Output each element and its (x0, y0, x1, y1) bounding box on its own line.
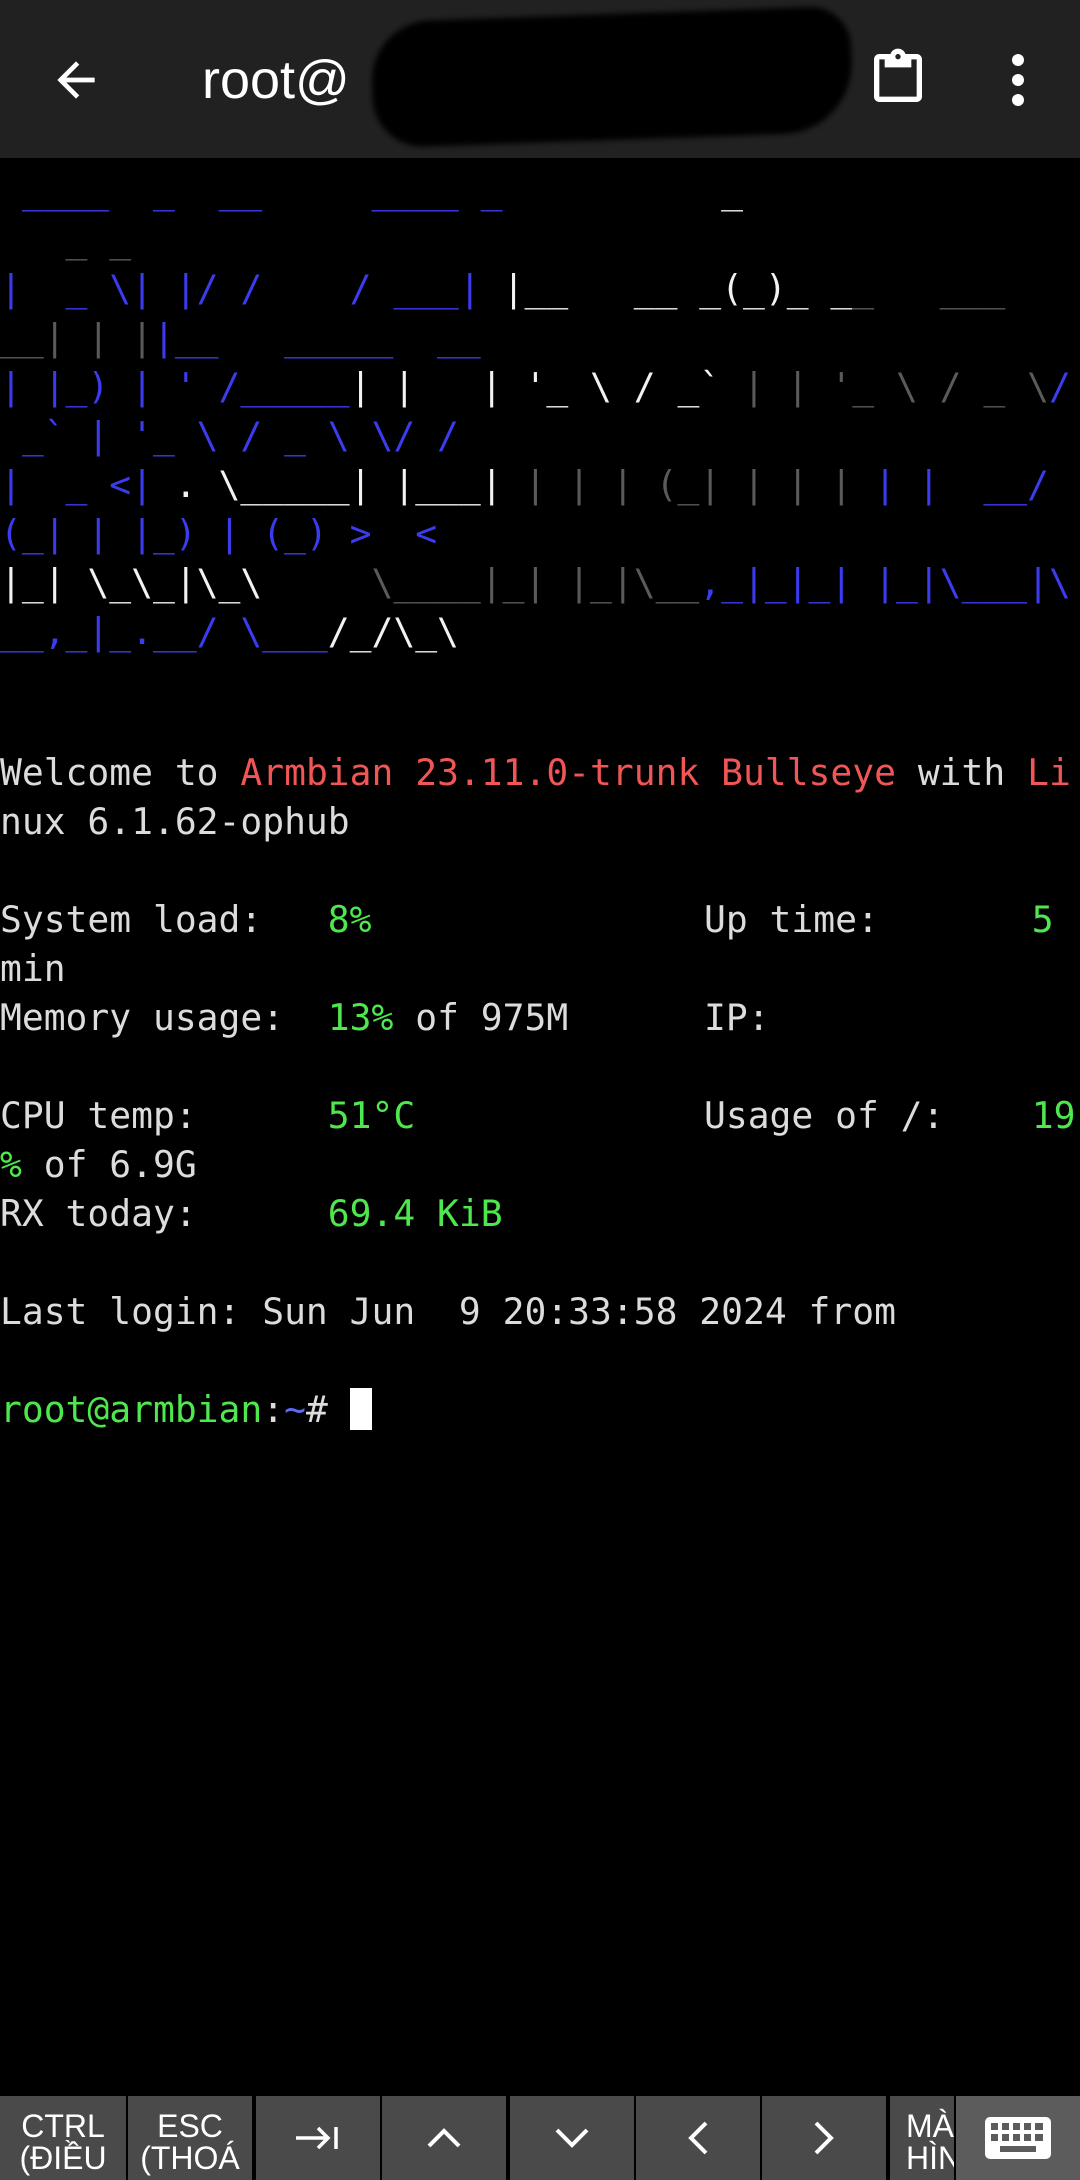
terminal-view[interactable]: ____ _ __ ____ _ _ _ _ | _ \| |/ / / ___|… (0, 158, 1080, 2098)
banner-line: __,_|_.__/ \___/_/\_\ (0, 610, 459, 653)
arrow-left-icon[interactable] (48, 52, 104, 108)
banner-line: | _ \| |/ / / ___| |__ __ _(_)_ __ ___ (0, 267, 1006, 310)
keyboard-icon (985, 2117, 1051, 2159)
tab-key[interactable] (256, 2096, 380, 2180)
banner-line: __| | ||__ _____ __ (0, 316, 481, 359)
banner-line: |_| \_\_|\_\ \____|_| |_|\__,_|_|_| |_|\… (0, 561, 1071, 604)
more-key[interactable]: MÀ HÌN (890, 2096, 954, 2180)
tab-arrow-icon (296, 2126, 338, 2150)
session-title: root@ (202, 50, 350, 110)
chevron-right-icon (814, 2121, 834, 2155)
up-key[interactable] (382, 2096, 506, 2180)
welcome-kernel: nux 6.1.62-ophub (0, 800, 350, 843)
text-cursor (349, 1388, 372, 1430)
memory-usage-row: Memory usage: 13% of 975M (0, 996, 569, 1039)
chevron-down-icon (555, 2128, 589, 2148)
extra-keys-bar: CTRL (ĐIỀU ESC (THOÁ MÀ HÌN (0, 2096, 1080, 2180)
shell-prompt[interactable]: root@armbian:~# (0, 1385, 372, 1434)
banner-line: | _ <| . \_____| |___| | | | (_| | | | |… (0, 463, 1049, 506)
chevron-left-icon (688, 2121, 708, 2155)
disk-usage-row: Usage of /: 19 (704, 1094, 1076, 1137)
keyboard-toggle-key[interactable] (956, 2096, 1080, 2180)
redaction-scribble (369, 5, 855, 149)
banner-line: | |_) | ' /_____| | | '_ \ / _` | | '_ \… (0, 365, 1071, 408)
banner-line: _` | '_ \ / _ \ \/ / (0, 414, 459, 457)
last-login-line: Last login: Sun Jun 9 20:33:58 2024 from (0, 1290, 918, 1333)
banner-line: ____ _ __ ____ _ _ (0, 169, 743, 212)
uptime-wrap: min (0, 947, 66, 990)
banner-line: (_| | |_) | (_) > < (0, 512, 438, 555)
esc-key[interactable]: ESC (THOÁ (128, 2096, 252, 2180)
app-bar: root@ (0, 0, 1080, 158)
system-load-row: System load: 8% (0, 898, 372, 941)
chevron-up-icon (427, 2128, 461, 2148)
ip-label: IP: (704, 996, 770, 1039)
armbian-ascii-banner: ____ _ __ ____ _ _ _ _ | _ \| |/ / / ___|… (0, 166, 1071, 656)
clipboard-icon[interactable] (866, 44, 930, 112)
right-key[interactable] (762, 2096, 886, 2180)
more-vert-icon[interactable] (1000, 50, 1036, 110)
uptime-row: Up time: 5 (704, 898, 1054, 941)
cpu-temp-row: CPU temp: 51°C (0, 1094, 416, 1137)
banner-line: _ _ (0, 218, 132, 261)
ctrl-key[interactable]: CTRL (ĐIỀU (0, 2096, 126, 2180)
welcome-line: Welcome to Armbian 23.11.0-trunk Bullsey… (0, 751, 1071, 794)
disk-usage-wrap: % of 6.9G (0, 1143, 197, 1186)
left-key[interactable] (636, 2096, 760, 2180)
rx-today-row: RX today: 69.4 KiB (0, 1192, 503, 1235)
down-key[interactable] (510, 2096, 634, 2180)
